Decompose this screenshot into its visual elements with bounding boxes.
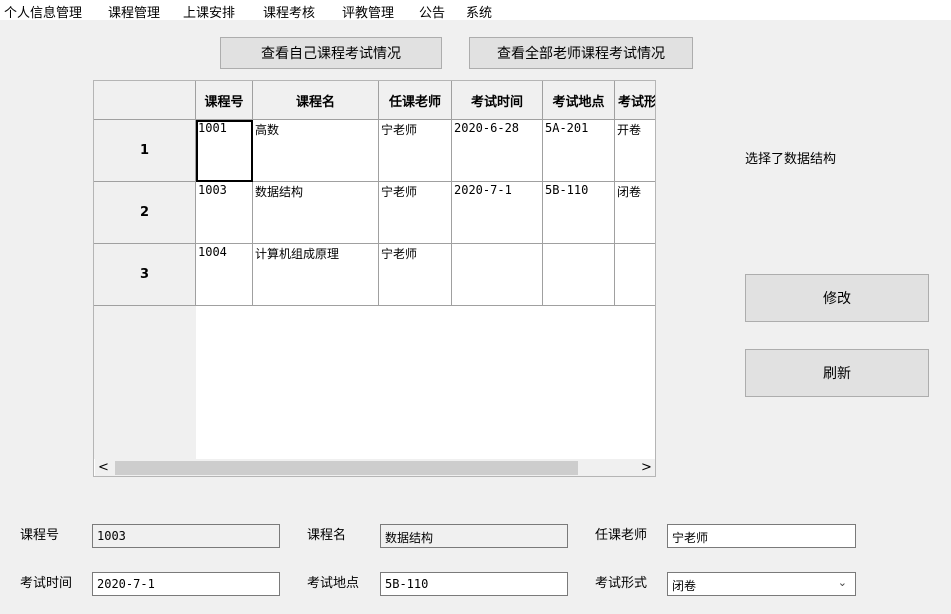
header-exam-form[interactable]: 考试形式 bbox=[615, 81, 655, 120]
exam-form-label: 考试形式 bbox=[595, 576, 648, 591]
row-header[interactable]: 2 bbox=[94, 182, 196, 244]
row-header[interactable]: 1 bbox=[94, 120, 196, 182]
table-cell[interactable]: 2020-6-28 bbox=[452, 120, 543, 182]
table-cell[interactable]: 1004 bbox=[196, 244, 253, 306]
header-exam-time[interactable]: 考试时间 bbox=[452, 81, 543, 120]
table-cell[interactable]: 高数 bbox=[253, 120, 379, 182]
course-name-field[interactable]: 数据结构 bbox=[380, 524, 568, 548]
table-cell[interactable]: 数据结构 bbox=[253, 182, 379, 244]
menu-personal-info[interactable]: 个人信息管理 bbox=[4, 2, 82, 21]
scrollbar-thumb[interactable] bbox=[115, 461, 578, 475]
table-cell[interactable]: 宁老师 bbox=[379, 120, 452, 182]
horizontal-scrollbar[interactable]: < > bbox=[95, 459, 655, 476]
table-cell[interactable]: 5B-110 bbox=[543, 182, 615, 244]
menu-system[interactable]: 系统 bbox=[466, 2, 492, 21]
exam-form-select[interactable]: 闭卷 ⌄ bbox=[667, 572, 856, 596]
selection-status-text: 选择了数据结构 bbox=[745, 152, 837, 167]
refresh-button[interactable]: 刷新 bbox=[745, 349, 929, 397]
exam-data-grid[interactable]: 课程号 课程名 任课老师 考试时间 考试地点 考试形式 1 1001 高数 宁老… bbox=[93, 80, 656, 477]
course-no-label: 课程号 bbox=[20, 528, 60, 543]
course-name-label: 课程名 bbox=[307, 528, 347, 543]
table-cell[interactable] bbox=[543, 244, 615, 306]
table-cell[interactable]: 1003 bbox=[196, 182, 253, 244]
course-no-field[interactable]: 1003 bbox=[92, 524, 280, 548]
menu-announcement[interactable]: 公告 bbox=[419, 2, 445, 21]
header-course-name[interactable]: 课程名 bbox=[253, 81, 379, 120]
teacher-label: 任课老师 bbox=[595, 528, 648, 543]
header-teacher[interactable]: 任课老师 bbox=[379, 81, 452, 120]
chevron-down-icon[interactable]: ⌄ bbox=[838, 576, 847, 589]
menu-course-exam[interactable]: 课程考核 bbox=[263, 2, 315, 21]
menu-bar: 个人信息管理 课程管理 上课安排 课程考核 评教管理 公告 系统 bbox=[0, 0, 951, 21]
exam-time-label: 考试时间 bbox=[20, 576, 73, 591]
exam-place-field[interactable]: 5B-110 bbox=[380, 572, 568, 596]
header-course-no[interactable]: 课程号 bbox=[196, 81, 253, 120]
teacher-field[interactable]: 宁老师 bbox=[667, 524, 856, 548]
table-cell[interactable]: 计算机组成原理 bbox=[253, 244, 379, 306]
table-cell[interactable]: 宁老师 bbox=[379, 244, 452, 306]
header-exam-place[interactable]: 考试地点 bbox=[543, 81, 615, 120]
scroll-left-icon[interactable]: < bbox=[98, 460, 109, 475]
menu-course-management[interactable]: 课程管理 bbox=[108, 2, 160, 21]
table-cell[interactable] bbox=[452, 244, 543, 306]
table-cell[interactable]: 开卷 bbox=[615, 120, 655, 182]
row-header[interactable]: 3 bbox=[94, 244, 196, 306]
exam-time-field[interactable]: 2020-7-1 bbox=[92, 572, 280, 596]
modify-button[interactable]: 修改 bbox=[745, 274, 929, 322]
table-cell[interactable]: 2020-7-1 bbox=[452, 182, 543, 244]
exam-form-selected-value: 闭卷 bbox=[672, 579, 697, 593]
menu-class-schedule[interactable]: 上课安排 bbox=[183, 2, 235, 21]
table-cell[interactable]: 1001 bbox=[196, 120, 253, 182]
menu-teaching-evaluation[interactable]: 评教管理 bbox=[342, 2, 394, 21]
exam-place-label: 考试地点 bbox=[307, 576, 360, 591]
view-all-exams-button[interactable]: 查看全部老师课程考试情况 bbox=[469, 37, 693, 69]
view-own-exams-button[interactable]: 查看自己课程考试情况 bbox=[220, 37, 442, 69]
table-cell[interactable]: 5A-201 bbox=[543, 120, 615, 182]
table-cell[interactable] bbox=[615, 244, 655, 306]
table-cell[interactable]: 闭卷 bbox=[615, 182, 655, 244]
table-cell[interactable]: 宁老师 bbox=[379, 182, 452, 244]
scroll-right-icon[interactable]: > bbox=[641, 460, 652, 475]
row-header-empty-area bbox=[94, 306, 196, 459]
corner-header bbox=[94, 81, 196, 120]
